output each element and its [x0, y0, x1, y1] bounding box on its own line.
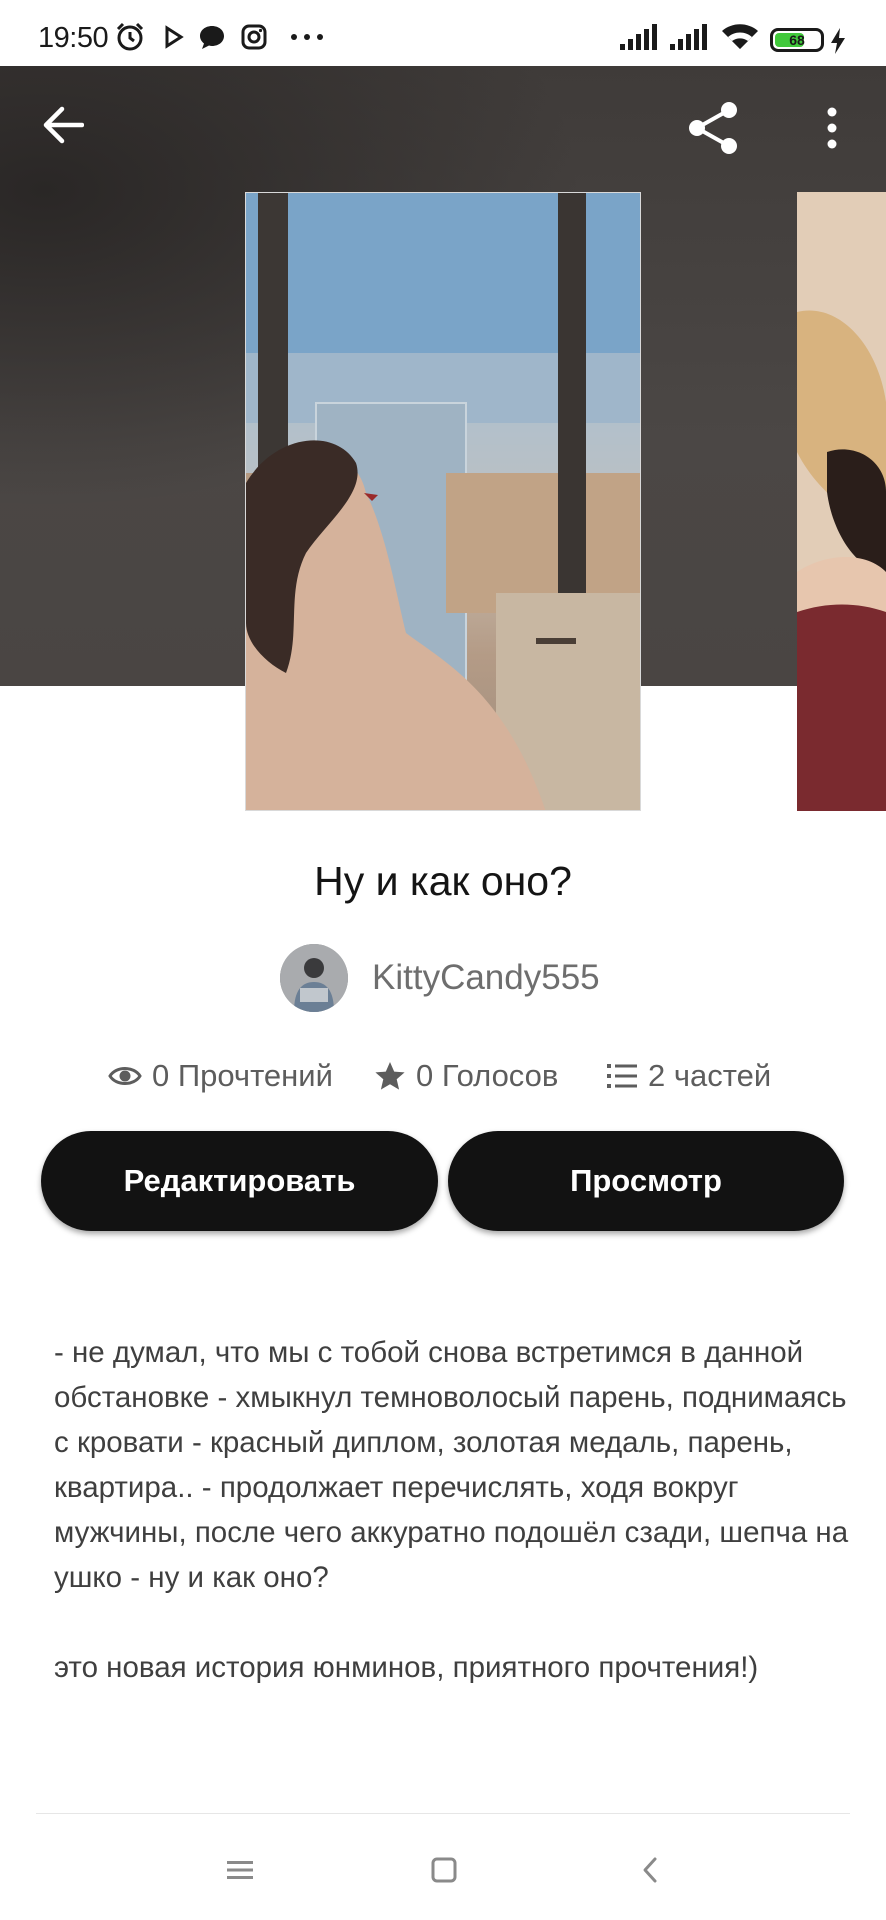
reads-stat: 0 Прочтений	[108, 1054, 333, 1098]
status-time: 19:50	[38, 22, 109, 54]
eye-icon	[108, 1067, 142, 1085]
back-chevron-icon[interactable]	[630, 1850, 670, 1890]
description-paragraph: - не думал, что мы с тобой снова встрети…	[54, 1336, 849, 1594]
instagram-icon	[240, 22, 268, 52]
parts-stat[interactable]: 2 частей	[606, 1054, 771, 1098]
more-vertical-icon	[827, 107, 837, 149]
more-options-button[interactable]	[812, 100, 852, 156]
story-description: - не думал, что мы с тобой снова встрети…	[54, 1330, 854, 1690]
author-row[interactable]: KittyCandy555	[0, 944, 886, 1014]
menu-icon[interactable]	[220, 1850, 260, 1890]
parts-count[interactable]: 2 частей	[648, 1058, 771, 1094]
status-bar: 19:50 68	[0, 0, 886, 66]
battery-icon: 68	[770, 28, 824, 52]
system-nav-bar	[0, 1814, 886, 1920]
story-title: Ну и как оно?	[314, 858, 572, 904]
share-button[interactable]	[684, 98, 744, 158]
reads-count: 0 Прочтений	[152, 1058, 333, 1093]
signal-icon	[670, 22, 710, 52]
author-username[interactable]: KittyCandy555	[372, 958, 600, 998]
votes-stat: 0 Голосов	[374, 1054, 558, 1098]
votes-count: 0 Голосов	[416, 1058, 559, 1093]
charging-icon	[830, 26, 846, 56]
star-icon	[375, 1062, 405, 1090]
back-button[interactable]	[38, 100, 88, 150]
signal-icon	[620, 22, 660, 52]
chat-bubble-icon	[198, 22, 226, 52]
alarm-icon	[114, 22, 146, 52]
next-cover-image[interactable]	[797, 192, 886, 811]
edit-button[interactable]: Редактировать	[41, 1131, 438, 1231]
wifi-icon	[720, 22, 760, 52]
battery-percent: 68	[789, 32, 805, 48]
avatar[interactable]	[280, 944, 348, 1012]
story-cover-image[interactable]	[245, 192, 641, 811]
home-square-icon[interactable]	[424, 1850, 464, 1890]
view-button[interactable]: Просмотр	[448, 1131, 844, 1231]
list-icon	[607, 1064, 637, 1088]
more-dots-icon	[290, 22, 324, 52]
share-icon	[689, 102, 737, 154]
description-paragraph: это новая история юнминов, приятного про…	[54, 1651, 759, 1684]
play-icon	[163, 22, 185, 52]
arrow-left-icon	[43, 106, 84, 144]
story-stats: 0 Прочтений 0 Голосов 2 частей	[0, 1054, 886, 1098]
